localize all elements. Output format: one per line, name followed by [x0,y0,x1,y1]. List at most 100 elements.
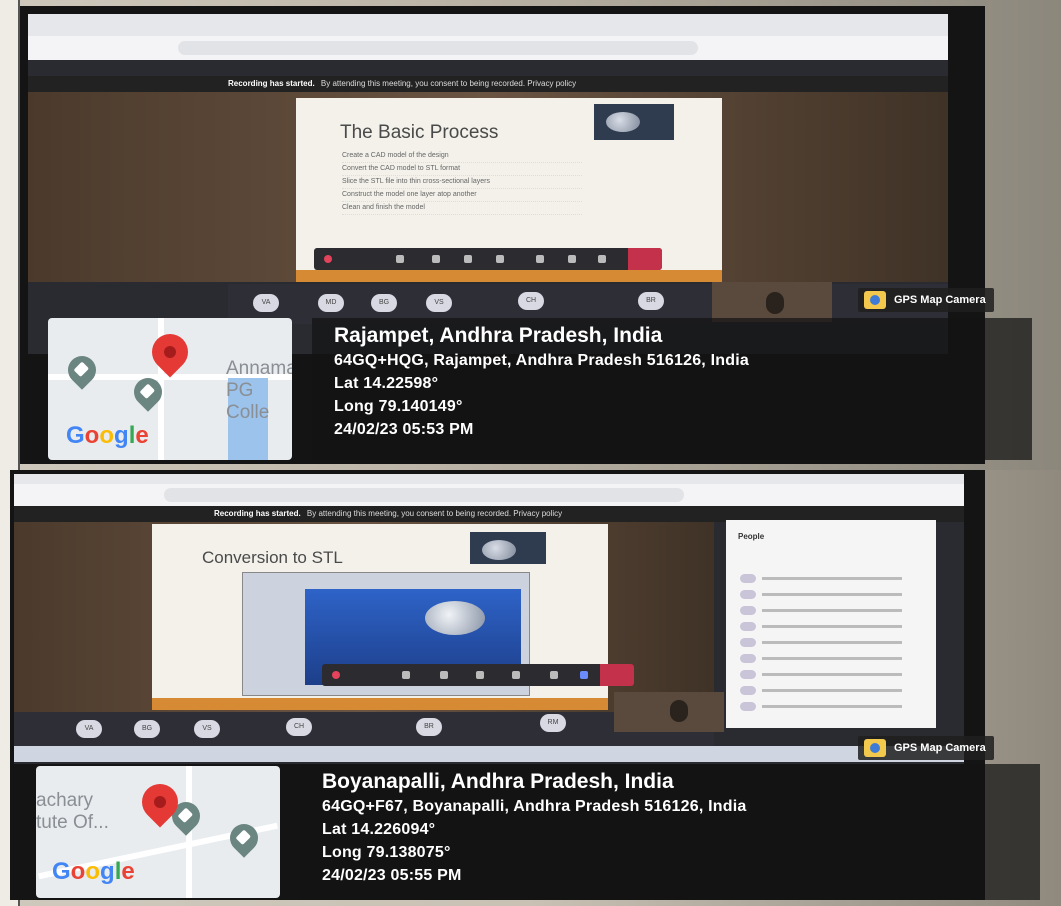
url-field[interactable] [178,41,698,55]
slide-bullets: Create a CAD model of the design Convert… [342,150,582,215]
recording-banner: Recording has started. By attending this… [28,76,948,92]
slide-bullet: Slice the STL file into thin cross-secti… [342,176,582,189]
share-icon[interactable] [464,255,472,263]
windows-taskbar[interactable] [14,746,964,762]
mic-icon[interactable] [432,255,440,263]
participant-avatar[interactable]: BG [134,720,160,738]
browser-tab-bar[interactable] [28,14,948,36]
slide-title: The Basic Process [340,122,499,143]
latitude: Lat 14.226094° [322,821,436,838]
participant-row[interactable] [740,670,922,679]
map-label: Annama [226,358,292,379]
meeting-control-bar[interactable] [322,664,634,686]
longitude: Long 79.140149° [334,398,463,415]
recording-dot-icon [324,255,332,263]
map-label: PG Colle [226,380,270,423]
more-icon[interactable] [496,255,504,263]
map-thumbnail: Annama PG Colle Google [48,318,292,460]
browser-url-bar[interactable] [28,36,948,60]
monitor-screen: Recording has started. By attending this… [28,14,948,354]
slide-thumbnail [594,104,674,140]
address: 64GQ+F67, Boyanapalli, Andhra Pradesh 51… [322,798,747,815]
location-pin-icon [144,326,196,378]
participant-row[interactable] [740,686,922,695]
map-label: tute Of... [36,812,109,833]
chat-icon[interactable] [568,255,576,263]
participant-avatar[interactable]: BR [416,718,442,736]
participant-avatar[interactable]: BR [638,292,664,310]
left-edge-strip [0,0,20,470]
more-icon[interactable] [512,671,520,679]
school-pin-icon [62,350,102,390]
monitor-screen: Recording has started. By attending this… [14,474,964,764]
recording-banner-bold: Recording has started. [214,509,301,518]
slide-title: Conversion to STL [202,548,343,567]
people-panel-title: People [738,532,765,541]
datetime: 24/02/23 05:53 PM [334,421,474,438]
participant-face [670,700,688,722]
people-icon[interactable] [598,255,606,263]
meeting-control-bar[interactable] [314,248,662,270]
location-name: Boyanapalli, Andhra Pradesh, India [322,770,674,793]
browser-tab-bar[interactable] [14,474,964,484]
slide-bullet: Construct the model one layer atop anoth… [342,189,582,202]
recording-banner-bold: Recording has started. [228,79,315,88]
participant-avatar[interactable]: VS [426,294,452,312]
url-field[interactable] [164,488,684,502]
participant-strip [14,712,714,746]
camera-icon[interactable] [396,255,404,263]
reactions-icon[interactable] [550,671,558,679]
school-pin-icon [224,818,264,858]
people-panel[interactable]: People [726,520,936,728]
participant-avatar[interactable]: RM [540,714,566,732]
slide-bullet: Convert the CAD model to STL format [342,163,582,176]
longitude: Long 79.138075° [322,844,451,861]
gps-camera-icon [864,739,886,757]
participant-row[interactable] [740,622,922,631]
participant-row[interactable] [740,654,922,663]
location-name: Rajampet, Andhra Pradesh, India [334,324,663,347]
raise-hand-icon[interactable] [536,255,544,263]
location-info: Boyanapalli, Andhra Pradesh, India 64GQ+… [322,770,746,890]
participant-row[interactable] [740,702,922,711]
stl-3d-model [425,601,485,635]
participant-row[interactable] [740,606,922,615]
gps-map-camera-label: GPS Map Camera [858,288,994,312]
participant-row[interactable] [740,638,922,647]
browser-url-bar[interactable] [14,484,964,506]
hang-up-button[interactable] [600,664,634,686]
photo-boyanapalli: Recording has started. By attending this… [0,470,1061,906]
participant-avatar[interactable]: VS [194,720,220,738]
participant-avatar[interactable]: VA [253,294,279,312]
google-logo: Google [52,858,135,885]
hang-up-button[interactable] [628,248,662,270]
participant-avatar[interactable]: VA [76,720,102,738]
webcam-tile [614,692,724,732]
camera-icon[interactable] [402,671,410,679]
latitude: Lat 14.22598° [334,375,439,392]
datetime: 24/02/23 05:55 PM [322,867,462,884]
mic-icon[interactable] [440,671,448,679]
share-icon[interactable] [476,671,484,679]
participant-face [766,292,784,314]
people-icon[interactable] [580,671,588,679]
gps-map-camera-label: GPS Map Camera [858,736,994,760]
recording-banner-text: By attending this meeting, you consent t… [306,509,563,518]
participant-row[interactable] [740,574,922,583]
map-thumbnail: achary tute Of... Google [36,766,280,898]
participant-avatar[interactable]: CH [518,292,544,310]
gps-label-text: GPS Map Camera [894,742,986,754]
shared-slide: The Basic Process Create a CAD model of … [296,98,722,272]
location-info: Rajampet, Andhra Pradesh, India 64GQ+HQG… [334,324,749,444]
participant-row[interactable] [740,590,922,599]
recording-banner-text: By attending this meeting, you consent t… [320,79,577,88]
slide-footer-bar [296,270,722,282]
slide-bullet: Clean and finish the model [342,202,582,215]
recording-dot-icon [332,671,340,679]
slide-bullet: Create a CAD model of the design [342,150,582,163]
participant-avatar[interactable]: MD [318,294,344,312]
google-logo: Google [66,422,149,449]
map-label: achary [36,790,94,811]
participant-avatar[interactable]: BG [371,294,397,312]
participant-avatar[interactable]: CH [286,718,312,736]
